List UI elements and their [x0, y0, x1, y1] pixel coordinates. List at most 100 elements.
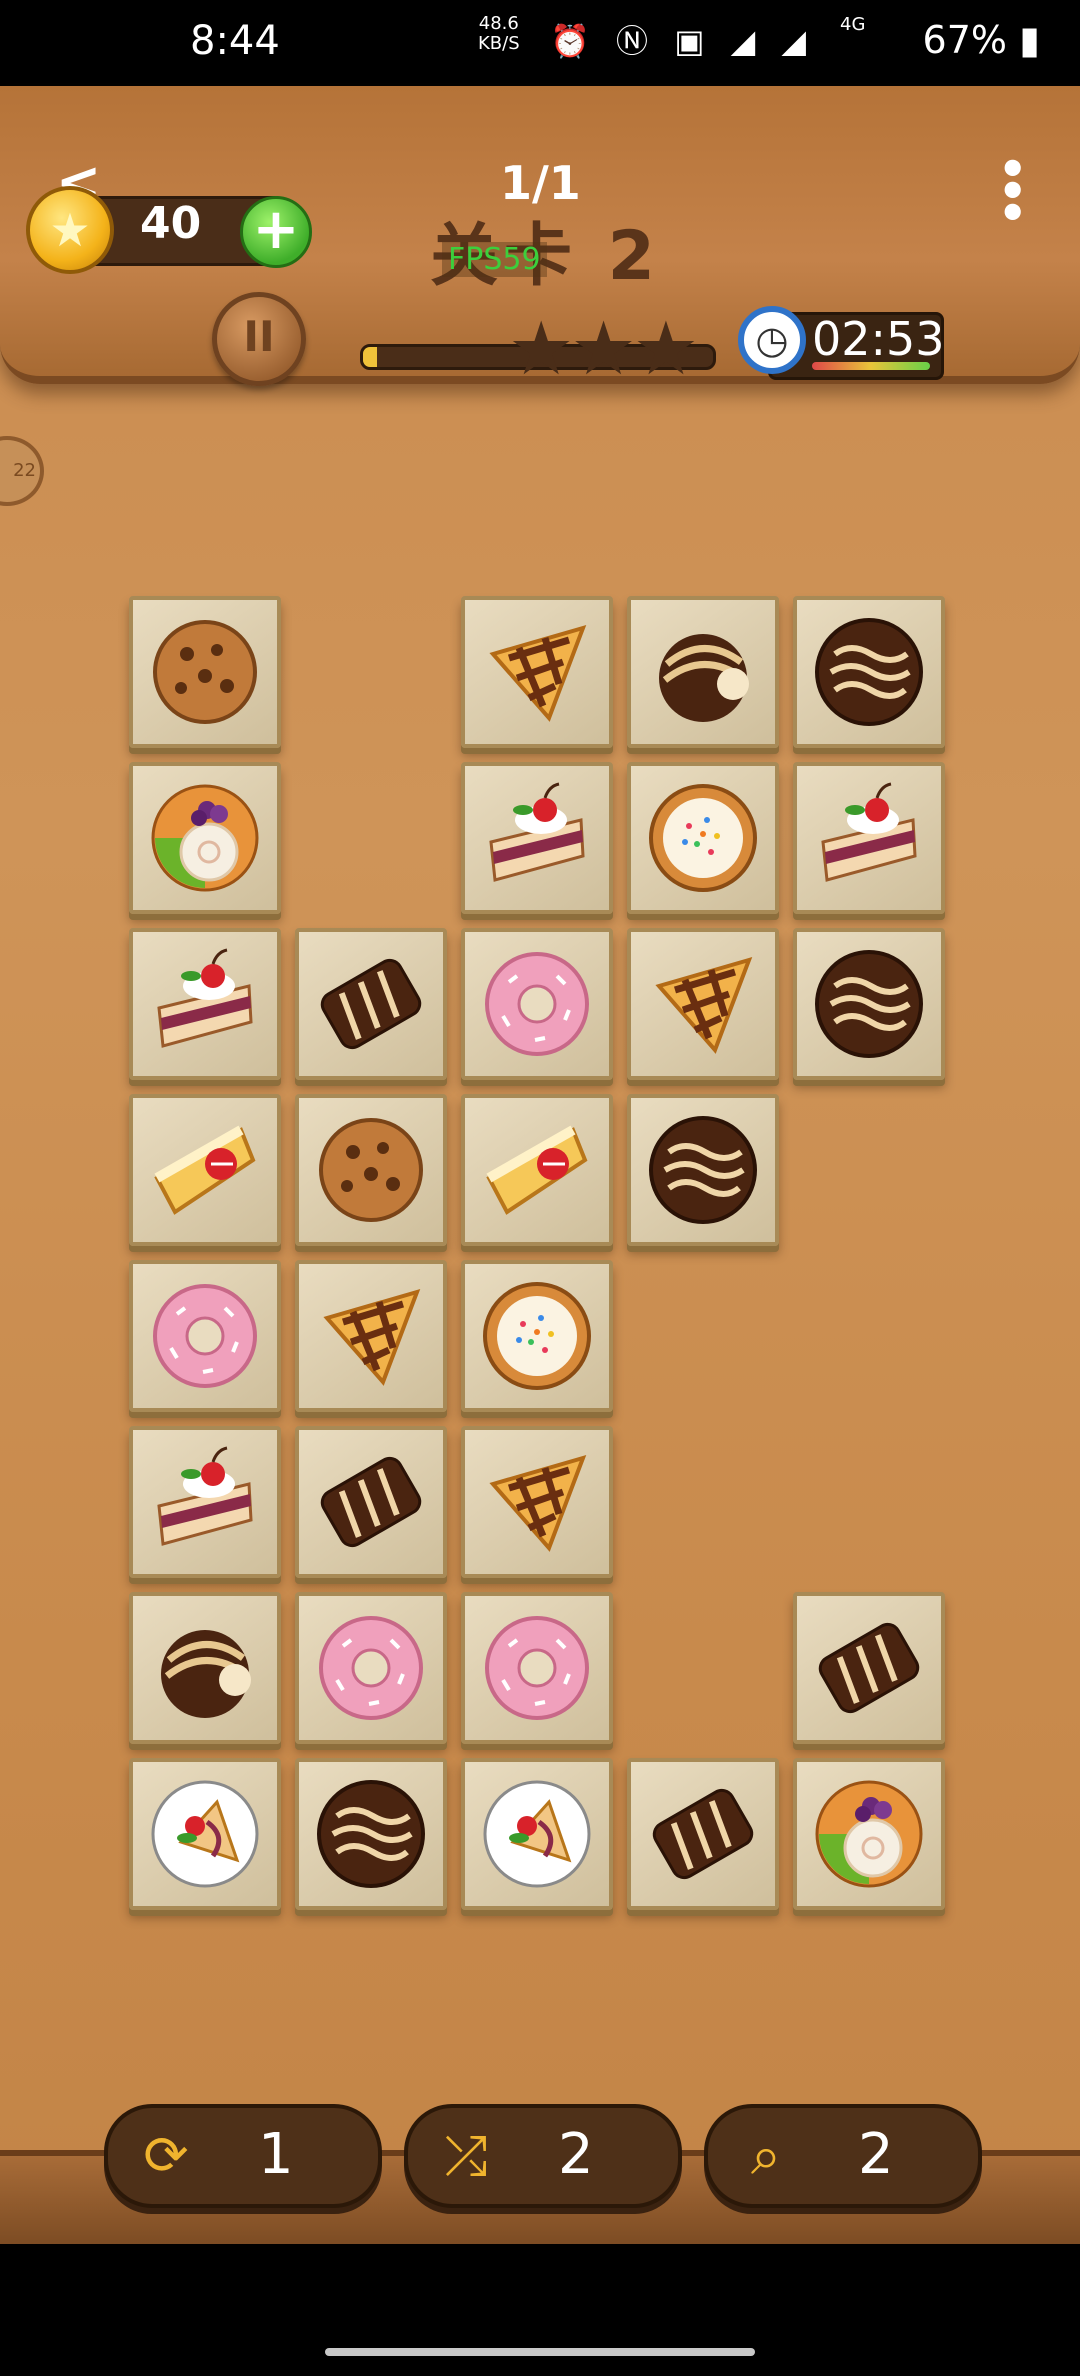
- status-icons: ⏰ Ⓝ ▣ ◢ ◢: [550, 16, 814, 62]
- tile-cherry-cake[interactable]: [129, 928, 281, 1080]
- shuffle-icon: ⤮: [444, 2124, 488, 2187]
- tile-sprinkle-pie[interactable]: [627, 762, 779, 914]
- tile-cookie[interactable]: [129, 596, 281, 748]
- signal-type: 4G: [840, 14, 866, 35]
- tile-chocolate-cookie[interactable]: [793, 928, 945, 1080]
- battery-icon: ▮: [1019, 18, 1040, 62]
- tile-crepe-plate[interactable]: [129, 1758, 281, 1910]
- home-indicator[interactable]: [325, 2348, 755, 2356]
- tile-cherry-cake[interactable]: [129, 1426, 281, 1578]
- tile-pink-donut[interactable]: [295, 1592, 447, 1744]
- tile-chocolate-cookie[interactable]: [295, 1758, 447, 1910]
- pink-donut-icon: [153, 1284, 257, 1388]
- volte-icon: ▣: [674, 22, 713, 60]
- tile-chocolate-cookie[interactable]: [627, 1094, 779, 1246]
- navigation-bar: [0, 2244, 1080, 2376]
- tile-chocolate-bar[interactable]: [793, 1592, 945, 1744]
- tile-chocolate-truffle[interactable]: [627, 596, 779, 748]
- shuffle-tool-button[interactable]: ⤮ 2: [404, 2104, 682, 2208]
- tile-pink-donut[interactable]: [461, 1592, 613, 1744]
- chocolate-bar-icon: [818, 1622, 920, 1714]
- chocolate-bar-icon: [320, 1456, 422, 1548]
- chocolate-truffle-icon: [659, 634, 749, 722]
- nfc-icon: Ⓝ: [616, 22, 657, 60]
- pink-donut-icon: [319, 1616, 423, 1720]
- tile-lattice-pie[interactable]: [627, 928, 779, 1080]
- tile-fruit-tart[interactable]: [129, 762, 281, 914]
- chocolate-cookie-icon: [815, 950, 923, 1058]
- cookie-icon: [153, 620, 257, 724]
- lattice-pie-icon: [489, 624, 587, 722]
- net-speed: 48.6 KB/S: [478, 14, 520, 54]
- sprinkle-pie-icon: [483, 1282, 591, 1390]
- pause-button[interactable]: II: [212, 292, 306, 386]
- tile-sprinkle-pie[interactable]: [461, 1260, 613, 1412]
- cheesecake-icon: [154, 1125, 256, 1215]
- tile-chocolate-bar[interactable]: [295, 1426, 447, 1578]
- lattice-pie-icon: [323, 1288, 421, 1386]
- star-progress-fill: [363, 347, 377, 367]
- pink-donut-icon: [485, 1616, 589, 1720]
- pink-donut-icon: [485, 952, 589, 1056]
- tile-lattice-pie[interactable]: [461, 1426, 613, 1578]
- fruit-tart-icon: [151, 784, 259, 892]
- add-coins-button[interactable]: +: [240, 196, 312, 268]
- tile-cherry-cake[interactable]: [461, 762, 613, 914]
- star-rating: ★★★: [508, 306, 699, 392]
- tile-chocolate-bar[interactable]: [627, 1758, 779, 1910]
- timer-value: 02:53: [812, 312, 945, 366]
- chocolate-cookie-icon: [815, 618, 923, 726]
- star-icon: ★: [632, 306, 699, 392]
- tile-cherry-cake[interactable]: [793, 762, 945, 914]
- lattice-pie-icon: [655, 956, 753, 1054]
- tile-lattice-pie[interactable]: [295, 1260, 447, 1412]
- refresh-tool-count: 1: [258, 2122, 294, 2187]
- shuffle-tool-count: 2: [558, 2122, 594, 2187]
- tile-chocolate-bar[interactable]: [295, 928, 447, 1080]
- side-badge[interactable]: 22: [0, 436, 44, 506]
- gold-star-icon: ★: [26, 186, 114, 274]
- crepe-plate-icon: [483, 1780, 591, 1888]
- cherry-cake-icon: [821, 782, 917, 882]
- chocolate-cookie-icon: [317, 1780, 425, 1888]
- hint-tool-button[interactable]: ⌕ 2: [704, 2104, 982, 2208]
- battery-percent: 67%: [922, 18, 1007, 62]
- tile-cheesecake[interactable]: [461, 1094, 613, 1246]
- fruit-tart-icon: [815, 1780, 923, 1888]
- alarm-clock-icon: ◷: [738, 306, 806, 374]
- battery: 67% ▮: [923, 18, 1040, 62]
- chocolate-cookie-icon: [649, 1116, 757, 1224]
- cheesecake-icon: [486, 1125, 588, 1215]
- tile-chocolate-cookie[interactable]: [793, 596, 945, 748]
- tile-cheesecake[interactable]: [129, 1094, 281, 1246]
- timer-bar: [812, 362, 930, 370]
- refresh-tool-button[interactable]: ⟳ 1: [104, 2104, 382, 2208]
- search-icon: ⌕: [750, 2124, 782, 2187]
- star-icon: ★: [570, 306, 636, 392]
- net-speed-unit: KB/S: [478, 33, 520, 54]
- tile-chocolate-truffle[interactable]: [129, 1592, 281, 1744]
- chocolate-truffle-icon: [161, 1630, 251, 1718]
- signal-icon: ◢: [781, 22, 814, 60]
- alarm-icon: ⏰: [550, 22, 598, 60]
- fps-counter: FPS59: [442, 242, 547, 277]
- status-time: 8:44: [190, 18, 280, 64]
- more-options-icon[interactable]: • • •: [998, 146, 1027, 236]
- cherry-cake-icon: [157, 1446, 253, 1546]
- tile-crepe-plate[interactable]: [461, 1758, 613, 1910]
- lattice-pie-icon: [489, 1454, 587, 1552]
- status-bar: 8:44 48.6 KB/S ⏰ Ⓝ ▣ ◢ ◢ 4G 67% ▮: [0, 0, 1080, 86]
- cherry-cake-icon: [489, 782, 585, 882]
- tile-pink-donut[interactable]: [461, 928, 613, 1080]
- cookie-icon: [319, 1118, 423, 1222]
- wifi-icon: ◢: [730, 22, 764, 60]
- image-rotate-icon: ⟳: [143, 2124, 189, 2187]
- tile-lattice-pie[interactable]: [461, 596, 613, 748]
- coin-count: 40: [140, 198, 202, 249]
- chocolate-bar-icon: [320, 958, 422, 1050]
- tile-fruit-tart[interactable]: [793, 1758, 945, 1910]
- hint-tool-count: 2: [858, 2122, 894, 2187]
- tile-cookie[interactable]: [295, 1094, 447, 1246]
- chocolate-bar-icon: [652, 1788, 754, 1880]
- tile-pink-donut[interactable]: [129, 1260, 281, 1412]
